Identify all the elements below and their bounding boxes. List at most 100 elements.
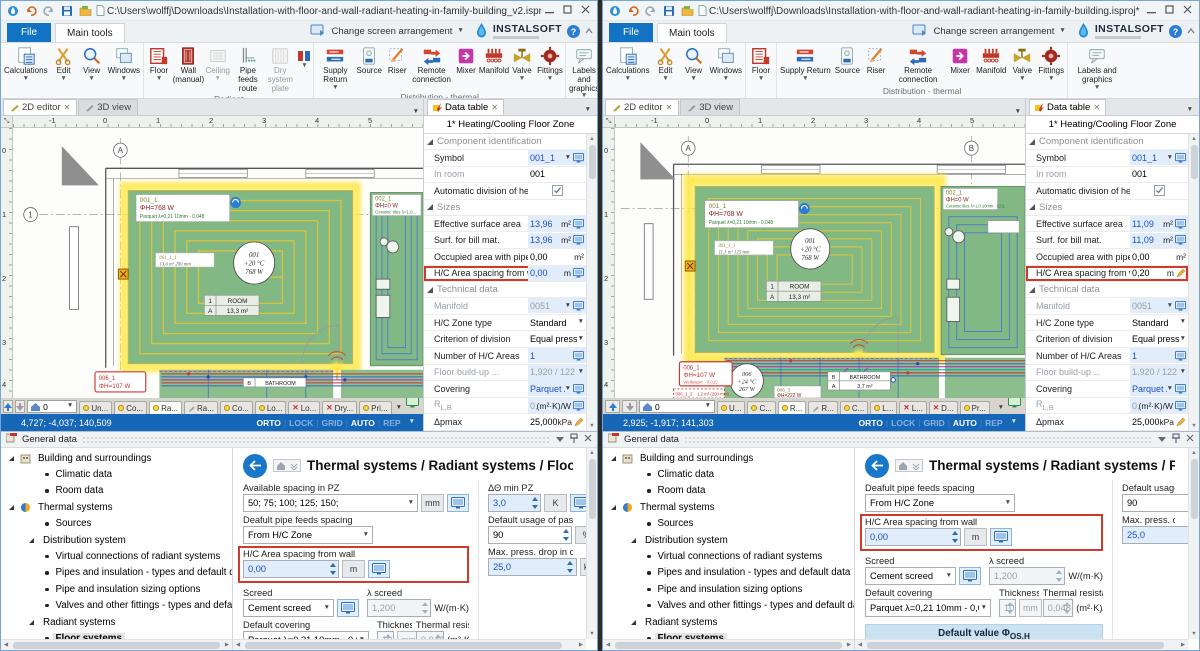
layer-tab-6[interactable]: ✕L... xyxy=(899,401,926,414)
tree-item[interactable]: Virtual connections of radiant systems xyxy=(603,548,854,564)
open-folder-icon[interactable] xyxy=(680,4,694,17)
save-icon[interactable] xyxy=(60,4,74,17)
spacing-from-wall-input[interactable]: 0,00 xyxy=(865,528,961,546)
undo-icon[interactable] xyxy=(626,4,640,17)
view-button[interactable]: View▼ xyxy=(78,45,106,83)
toggle-auto[interactable]: AUTO xyxy=(351,418,375,428)
layer-tab-6[interactable]: ✕Lo... xyxy=(288,401,320,414)
scrollbar-horizontal[interactable]: ◀▶ xyxy=(603,639,854,650)
undo-icon[interactable] xyxy=(24,4,38,17)
tab-3d-view[interactable]: 3D view xyxy=(680,99,740,115)
collapse-ribbon-icon[interactable] xyxy=(585,26,593,37)
section-header[interactable]: Component identification xyxy=(424,134,586,150)
layer-monitor-icon[interactable] xyxy=(1008,398,1021,413)
layer-tab-0[interactable]: U... xyxy=(717,401,745,414)
panel-dropdown-icon[interactable] xyxy=(556,434,564,445)
supply-return-button[interactable]: Supply Return▼ xyxy=(778,45,833,83)
tab-main-tools[interactable]: Main tools xyxy=(657,23,727,42)
valve-button[interactable]: Valve▼ xyxy=(508,45,536,83)
mixer-button[interactable]: Mixer xyxy=(946,45,974,77)
source-button[interactable]: Source xyxy=(355,45,383,77)
close-icon[interactable] xyxy=(1186,434,1194,445)
available-spacing-select[interactable]: 50; 75; 100; 125; 150;▼ xyxy=(243,494,418,512)
valve-button[interactable]: Valve▼ xyxy=(1008,45,1036,83)
tree-item[interactable]: Valves and other fittings - types and de… xyxy=(1,598,232,614)
scrollbar-horizontal[interactable]: ◀▶ xyxy=(233,639,586,650)
section-header[interactable]: Sizes xyxy=(424,200,586,216)
layer-tab-7[interactable]: ✕Dry... xyxy=(322,401,357,414)
tab-file[interactable]: File xyxy=(609,23,653,42)
dtheta-input[interactable]: 3,0 xyxy=(488,494,541,512)
help-icon[interactable]: ? xyxy=(1169,25,1182,38)
layer-up-button[interactable] xyxy=(3,400,13,413)
mixer-button[interactable]: Mixer xyxy=(452,45,480,77)
status-menu-icon[interactable]: ▼ xyxy=(1011,419,1017,426)
tree-item[interactable]: Pipe and insulation sizing options xyxy=(1,581,232,597)
tree-item[interactable]: Virtual connections of radiant systems xyxy=(1,548,232,564)
panel-dropdown-icon[interactable] xyxy=(1158,434,1166,445)
close-button[interactable] xyxy=(581,5,590,17)
tree-item[interactable]: Climatic data xyxy=(1,466,232,482)
labels-graphics-button[interactable]: Labels and graphics▼ xyxy=(1069,45,1125,92)
checkbox-checked[interactable] xyxy=(552,185,563,196)
layer-tab-8[interactable]: Pr... xyxy=(960,401,990,414)
supply-return-button[interactable]: Supply Return▼ xyxy=(315,45,355,92)
labels-graphics-button[interactable]: Labels and graphics▼ xyxy=(567,45,597,99)
toggle-grid[interactable]: GRID xyxy=(321,418,342,428)
layer-tab-4[interactable]: C... xyxy=(840,401,868,414)
riser-button[interactable]: Riser xyxy=(383,45,411,77)
pin-icon[interactable] xyxy=(1172,433,1180,446)
layer-list-icon[interactable]: ▼ xyxy=(396,405,402,412)
wall-manual-button[interactable]: Wall (manual) xyxy=(173,45,204,86)
unit-k-button[interactable]: K xyxy=(544,494,567,512)
tree-item-distribution[interactable]: Distribution system xyxy=(1,532,232,548)
floor-selector[interactable]: 0▼ xyxy=(639,400,715,413)
tree-item[interactable]: Sources xyxy=(1,516,232,532)
toggle-orto[interactable]: ORTO xyxy=(859,418,883,428)
form-mini-buttons[interactable] xyxy=(895,459,923,472)
scrollbar-vertical[interactable]: ▲▼ xyxy=(1188,448,1199,639)
minimize-button[interactable] xyxy=(1147,5,1156,17)
unit-m-button[interactable]: m xyxy=(964,528,987,546)
close-icon[interactable] xyxy=(584,434,592,445)
layer-tab-1[interactable]: C... xyxy=(747,401,775,414)
tab-list-icon[interactable]: ▼ xyxy=(1011,109,1025,116)
layer-tab-3[interactable]: Ra... xyxy=(184,401,218,414)
tree-item[interactable]: Room data xyxy=(603,483,854,499)
toggle-orto[interactable]: ORTO xyxy=(257,418,281,428)
tree-item-thermal[interactable]: Thermal systems xyxy=(603,499,854,515)
layer-tab-8[interactable]: Pri... xyxy=(359,401,391,414)
close-icon[interactable]: ✕ xyxy=(666,103,673,112)
help-icon[interactable]: ? xyxy=(567,25,580,38)
tree-item[interactable]: Sources xyxy=(603,516,854,532)
cad-canvas[interactable]: A B 001_1 ΦH=768 W xyxy=(615,128,1025,398)
redo-icon[interactable] xyxy=(644,4,658,17)
layer-tab-2[interactable]: R... xyxy=(778,401,806,414)
tree-item[interactable]: Climatic data xyxy=(603,466,854,482)
section-header[interactable]: Component identification xyxy=(1026,134,1188,150)
tree-item[interactable]: Valves and other fittings - types and de… xyxy=(603,598,854,614)
layer-monitor-icon[interactable] xyxy=(406,398,419,413)
screed-select[interactable]: Cement screed▼ xyxy=(865,567,956,585)
layer-down-button[interactable] xyxy=(15,400,25,413)
scrollbar-vertical[interactable]: ▲▼ xyxy=(1188,134,1199,431)
tree-item-distribution[interactable]: Distribution system xyxy=(603,532,854,548)
toggle-lock[interactable]: LOCK xyxy=(289,418,313,428)
tree-item-thermal[interactable]: Thermal systems xyxy=(1,499,232,515)
layer-tab-5[interactable]: Lo... xyxy=(255,401,287,414)
pipe-feeds-route-button[interactable]: Pipe feeds route xyxy=(232,45,264,94)
toggle-lock[interactable]: LOCK xyxy=(891,418,915,428)
tab-2d-editor[interactable]: 2D editor✕ xyxy=(3,99,77,115)
layer-up-button[interactable] xyxy=(605,400,620,413)
open-folder-icon[interactable] xyxy=(78,4,92,17)
fittings-button[interactable]: Fittings▼ xyxy=(1036,45,1066,83)
tree-item-building[interactable]: Building and surroundings xyxy=(1,450,232,466)
back-button[interactable] xyxy=(865,454,889,478)
windows-button[interactable]: Windows▼ xyxy=(106,45,142,83)
fittings-button[interactable]: Fittings▼ xyxy=(536,45,564,83)
usage-input[interactable]: 90 xyxy=(488,526,572,544)
tree-item[interactable]: Pipe and insulation sizing options xyxy=(603,581,854,597)
global-value-button[interactable] xyxy=(368,560,390,578)
riser-button[interactable]: Riser xyxy=(862,45,890,77)
tab-2d-editor[interactable]: 2D editor✕ xyxy=(605,99,679,115)
